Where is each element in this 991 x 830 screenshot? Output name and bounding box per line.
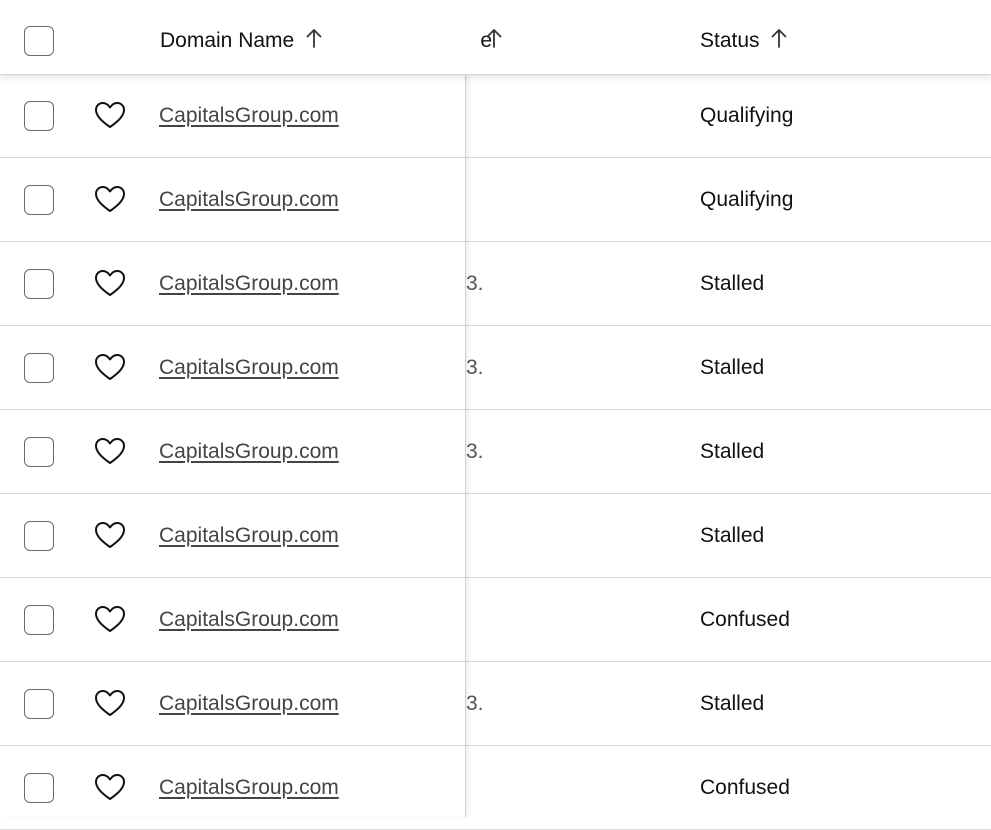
- row-select-checkbox[interactable]: [24, 773, 54, 803]
- domain-link[interactable]: CapitalsGroup.com: [159, 271, 339, 297]
- status-cell: Qualifying: [700, 188, 794, 211]
- domain-link[interactable]: CapitalsGroup.com: [159, 187, 339, 213]
- status-cell: Qualifying: [700, 104, 794, 127]
- arrow-up-icon: [486, 29, 502, 48]
- status-cell: Confused: [700, 608, 790, 631]
- table-row: CapitalsGroup.com 3. Stalled: [0, 326, 991, 410]
- heart-outline-icon[interactable]: [94, 353, 126, 381]
- row-select-checkbox[interactable]: [24, 185, 54, 215]
- heart-outline-icon[interactable]: [94, 269, 126, 297]
- status-cell: Stalled: [700, 692, 765, 715]
- arrow-up-icon: [771, 29, 787, 48]
- status-cell: Stalled: [700, 440, 765, 463]
- domain-link[interactable]: CapitalsGroup.com: [159, 355, 339, 381]
- row-select-checkbox[interactable]: [24, 521, 54, 551]
- table-row: CapitalsGroup.com Confused: [0, 746, 991, 830]
- domain-link[interactable]: CapitalsGroup.com: [159, 775, 339, 801]
- table-row: CapitalsGroup.com Stalled: [0, 494, 991, 578]
- heart-outline-icon[interactable]: [94, 689, 126, 717]
- row-select-checkbox[interactable]: [24, 101, 54, 131]
- table-row: CapitalsGroup.com 3. Stalled: [0, 662, 991, 746]
- row-select-checkbox[interactable]: [24, 269, 54, 299]
- hidden-column-cell: 3.: [466, 692, 484, 715]
- arrow-up-icon: [306, 29, 322, 48]
- domain-link[interactable]: CapitalsGroup.com: [159, 439, 339, 465]
- domain-link[interactable]: CapitalsGroup.com: [159, 523, 339, 549]
- domain-link[interactable]: CapitalsGroup.com: [159, 103, 339, 129]
- domain-table-body: CapitalsGroup.com Qualifying CapitalsGro…: [0, 74, 991, 830]
- status-cell: Confused: [700, 776, 790, 799]
- heart-outline-icon[interactable]: [94, 773, 126, 801]
- status-cell: Stalled: [700, 356, 765, 379]
- status-cell: Stalled: [700, 272, 765, 295]
- hidden-column-cell: 3.: [466, 440, 484, 463]
- status-column-header[interactable]: Status: [700, 27, 787, 55]
- row-select-checkbox[interactable]: [24, 353, 54, 383]
- heart-outline-icon[interactable]: [94, 437, 126, 465]
- table-row: CapitalsGroup.com Qualifying: [0, 74, 991, 158]
- table-row: CapitalsGroup.com 3. Stalled: [0, 242, 991, 326]
- status-cell: Stalled: [700, 524, 765, 547]
- table-row: CapitalsGroup.com 3. Stalled: [0, 410, 991, 494]
- select-all-checkbox[interactable]: [24, 26, 54, 56]
- domain-link[interactable]: CapitalsGroup.com: [159, 691, 339, 717]
- heart-outline-icon[interactable]: [94, 185, 126, 213]
- row-select-checkbox[interactable]: [24, 605, 54, 635]
- table-row: CapitalsGroup.com Qualifying: [0, 158, 991, 242]
- hidden-column-header[interactable]: e: [466, 27, 512, 55]
- hidden-column-cell: 3.: [466, 272, 484, 295]
- table-header: Domain Name e Status: [0, 0, 991, 75]
- status-header-label: Status: [700, 29, 760, 52]
- table-row: CapitalsGroup.com Confused: [0, 578, 991, 662]
- hidden-column-cell: 3.: [466, 356, 484, 379]
- domain-link[interactable]: CapitalsGroup.com: [159, 607, 339, 633]
- heart-outline-icon[interactable]: [94, 101, 126, 129]
- heart-outline-icon[interactable]: [94, 605, 126, 633]
- heart-outline-icon[interactable]: [94, 521, 126, 549]
- row-select-checkbox[interactable]: [24, 437, 54, 467]
- row-select-checkbox[interactable]: [24, 689, 54, 719]
- domain-name-column-header[interactable]: Domain Name: [160, 27, 322, 55]
- domain-name-header-label: Domain Name: [160, 29, 295, 52]
